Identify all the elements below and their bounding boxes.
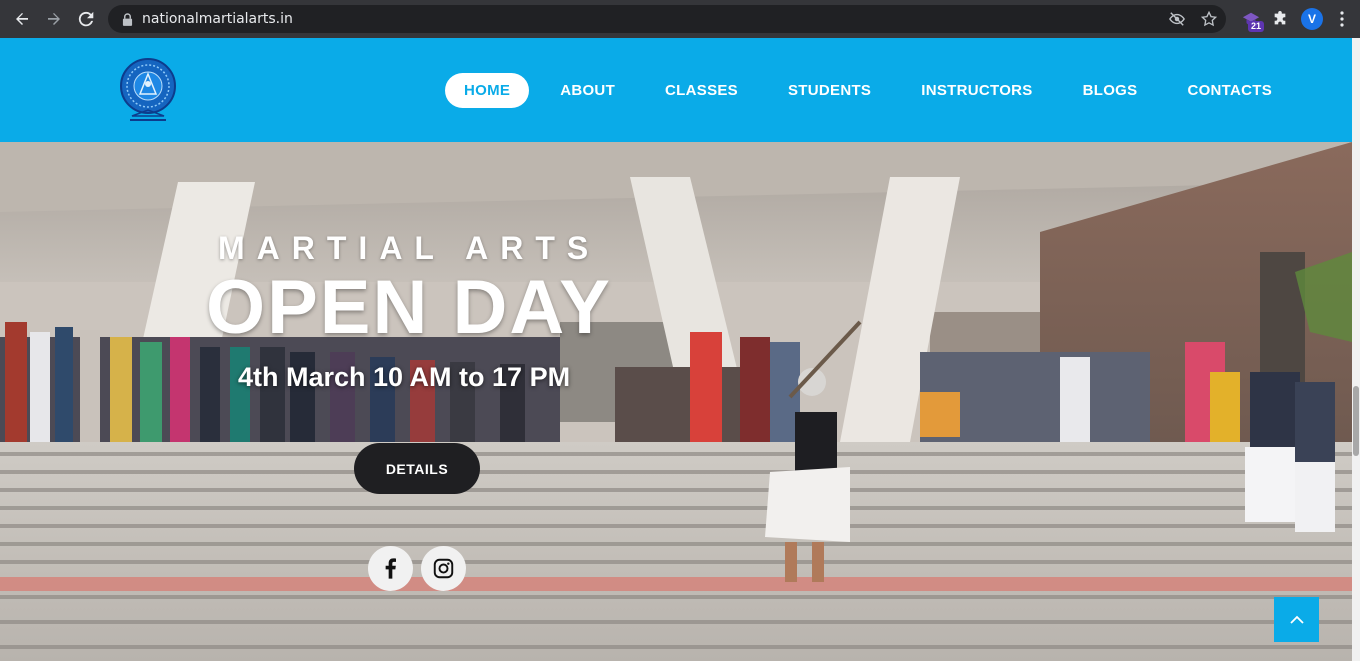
kebab-menu-icon bbox=[1340, 11, 1344, 27]
eye-off-icon[interactable] bbox=[1168, 10, 1186, 28]
url-text[interactable]: nationalmartialarts.in bbox=[142, 11, 293, 27]
lock-icon[interactable] bbox=[120, 12, 134, 26]
browser-menu-button[interactable] bbox=[1332, 5, 1352, 33]
main-menu: HOME ABOUT CLASSES STUDENTS INSTRUCTORS … bbox=[445, 73, 1303, 108]
details-button[interactable]: DETAILS bbox=[354, 443, 480, 494]
hero-slider: MARTIAL ARTS OPEN DAY 4th March 10 AM to… bbox=[0, 142, 1352, 661]
address-bar[interactable]: nationalmartialarts.in bbox=[108, 5, 1226, 33]
menu-item-blogs[interactable]: BLOGS bbox=[1064, 73, 1157, 108]
hero-eyebrow: MARTIAL ARTS bbox=[218, 230, 601, 266]
chevron-up-icon bbox=[1289, 615, 1304, 624]
reload-button[interactable] bbox=[72, 5, 100, 33]
menu-item-contacts[interactable]: CONTACTS bbox=[1168, 73, 1291, 108]
star-icon[interactable] bbox=[1200, 10, 1218, 28]
back-arrow-icon bbox=[16, 13, 28, 25]
facebook-icon bbox=[385, 558, 396, 579]
menu-item-home[interactable]: HOME bbox=[445, 73, 530, 108]
extension-badge: 21 bbox=[1248, 21, 1265, 32]
menu-item-instructors[interactable]: INSTRUCTORS bbox=[902, 73, 1051, 108]
forward-button[interactable] bbox=[40, 5, 68, 33]
site-logo[interactable] bbox=[118, 54, 178, 124]
national-martial-arts-emblem-icon bbox=[120, 58, 176, 121]
menu-item-students[interactable]: STUDENTS bbox=[769, 73, 890, 108]
browser-toolbar: nationalmartialarts.in 21 V bbox=[0, 0, 1360, 38]
extensions-menu-button[interactable] bbox=[1268, 5, 1292, 33]
scrollbar-thumb[interactable] bbox=[1353, 386, 1359, 456]
extension-button[interactable]: 21 bbox=[1238, 5, 1265, 33]
menu-item-classes[interactable]: CLASSES bbox=[646, 73, 757, 108]
hero-dateline: 4th March 10 AM to 17 PM bbox=[238, 362, 571, 392]
facebook-link[interactable] bbox=[368, 546, 413, 591]
site-header: HOME ABOUT CLASSES STUDENTS INSTRUCTORS … bbox=[0, 38, 1352, 142]
menu-item-about[interactable]: ABOUT bbox=[541, 73, 634, 108]
page-scrollbar[interactable] bbox=[1352, 38, 1360, 661]
avatar: V bbox=[1301, 8, 1323, 30]
back-to-top-button[interactable] bbox=[1274, 597, 1319, 642]
back-button[interactable] bbox=[8, 5, 36, 33]
forward-arrow-icon bbox=[48, 13, 60, 25]
hero-background-video bbox=[0, 142, 1352, 661]
instagram-icon bbox=[433, 558, 454, 579]
reload-icon bbox=[78, 11, 94, 27]
hero-headline: OPEN DAY bbox=[206, 265, 612, 350]
instagram-link[interactable] bbox=[421, 546, 466, 591]
profile-button[interactable]: V bbox=[1300, 5, 1324, 33]
puzzle-icon bbox=[1274, 11, 1286, 25]
